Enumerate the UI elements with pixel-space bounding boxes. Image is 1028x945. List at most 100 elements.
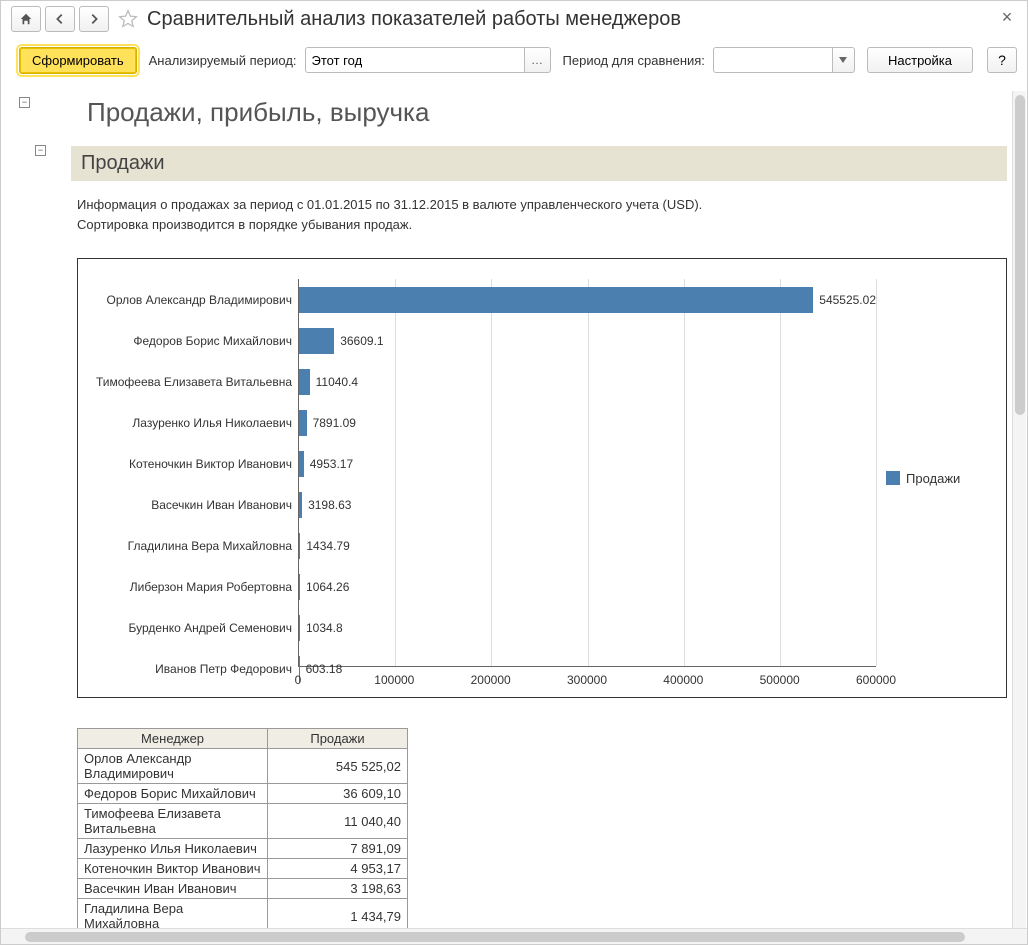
table-cell-manager: Федоров Борис Михайлович [78,784,268,804]
chart-y-label: Лазуренко Илья Николаевич [78,402,298,443]
vertical-scrollbar[interactable] [1012,91,1026,928]
chart-y-label: Гладилина Вера Михайловна [78,525,298,566]
titlebar: Сравнительный анализ показателей работы … [1,1,1027,37]
home-button[interactable] [11,6,41,32]
chart-y-label: Либерзон Мария Робертовна [78,566,298,607]
table-row[interactable]: Лазуренко Илья Николаевич7 891,09 [78,839,408,859]
chart-gridline [876,279,877,666]
table-cell-sales: 545 525,02 [268,749,408,784]
report-body: − − Продажи, прибыль, выручка Продажи Ин… [1,87,1027,928]
chart-y-label: Васечкин Иван Иванович [78,484,298,525]
table-cell-sales: 36 609,10 [268,784,408,804]
chart-bar-value-label: 545525.02 [819,293,876,307]
section-heading: Продажи [71,146,1007,181]
chart-x-tick: 600000 [856,673,896,687]
chart-bar-value-label: 1434.79 [306,539,349,553]
chart-bar [299,287,813,313]
table-cell-manager: Орлов Александр Владимирович [78,749,268,784]
table-cell-manager: Лазуренко Илья Николаевич [78,839,268,859]
compare-period-input[interactable] [713,47,833,73]
chart-bar-row: 545525.02 [299,279,876,320]
table-cell-manager: Котеночкин Виктор Иванович [78,859,268,879]
chart-bar-row: 1064.26 [299,566,876,607]
table-row[interactable]: Федоров Борис Михайлович36 609,10 [78,784,408,804]
chart-bar [299,328,334,354]
table-cell-sales: 1 434,79 [268,899,408,929]
period-ellipsis-button[interactable]: … [525,47,551,73]
period-label: Анализируемый период: [149,53,297,68]
info-line-2: Сортировка производится в порядке убыван… [77,217,412,232]
table-cell-sales: 4 953,17 [268,859,408,879]
chart-bar [299,451,304,477]
chart-bar-value-label: 1064.26 [306,580,349,594]
report-heading: Продажи, прибыль, выручка [87,97,1007,128]
chart-y-label: Иванов Петр Федорович [78,648,298,689]
generate-button[interactable]: Сформировать [19,47,137,74]
table-row[interactable]: Васечкин Иван Иванович3 198,63 [78,879,408,899]
chart-bar-value-label: 36609.1 [340,334,383,348]
chart-bar [299,533,300,559]
outline-collapse-button-1[interactable]: − [19,97,30,108]
chart-bar-row: 36609.1 [299,320,876,361]
chevron-down-icon [839,57,847,63]
favorite-star-button[interactable] [117,8,139,30]
info-text: Информация о продажах за период с 01.01.… [77,195,1007,234]
chart-bar-row: 11040.4 [299,361,876,402]
chart-x-tick: 200000 [471,673,511,687]
chart-bar [299,574,300,600]
table-cell-sales: 3 198,63 [268,879,408,899]
table-row[interactable]: Орлов Александр Владимирович545 525,02 [78,749,408,784]
sales-table: Менеджер Продажи Орлов Александр Владими… [77,728,408,928]
horizontal-scrollbar[interactable] [1,928,1027,944]
table-header-manager: Менеджер [78,729,268,749]
table-row[interactable]: Гладилина Вера Михайловна1 434,79 [78,899,408,929]
legend-label: Продажи [906,471,960,486]
table-cell-sales: 7 891,09 [268,839,408,859]
chart-y-label: Орлов Александр Владимирович [78,279,298,320]
back-button[interactable] [45,6,75,32]
settings-button[interactable]: Настройка [867,47,973,73]
period-input[interactable] [305,47,525,73]
compare-period-label: Период для сравнения: [563,53,705,68]
table-row[interactable]: Котеночкин Виктор Иванович4 953,17 [78,859,408,879]
chart-bar [299,369,310,395]
chart-bar-value-label: 1034.8 [306,621,343,635]
chart-bar-row: 7891.09 [299,402,876,443]
outline-gutter: − − [1,87,51,928]
table-header-sales: Продажи [268,729,408,749]
arrow-left-icon [53,12,67,26]
page-title: Сравнительный анализ показателей работы … [147,8,681,31]
chart-bar [299,492,302,518]
chart-x-tick: 500000 [760,673,800,687]
chart-x-tick: 0 [295,673,302,687]
table-cell-manager: Тимофеева Елизавета Витальевна [78,804,268,839]
horizontal-scrollbar-thumb[interactable] [25,932,965,942]
table-row[interactable]: Тимофеева Елизавета Витальевна11 040,40 [78,804,408,839]
compare-period-dropdown-button[interactable] [833,47,855,73]
chart-bar-row: 1034.8 [299,607,876,648]
chart-bar-value-label: 3198.63 [308,498,351,512]
star-icon [118,9,138,29]
chart-bar-row: 3198.63 [299,484,876,525]
chart-x-tick: 300000 [567,673,607,687]
chart-y-label: Котеночкин Виктор Иванович [78,443,298,484]
legend-swatch [886,471,900,485]
outline-collapse-button-2[interactable]: − [35,145,46,156]
chart-y-label: Тимофеева Елизавета Витальевна [78,361,298,402]
help-button[interactable]: ? [987,47,1017,73]
chart-bar-value-label: 7891.09 [313,416,356,430]
chart-legend: Продажи [886,259,1006,697]
chart-x-tick: 100000 [374,673,414,687]
chart-bar-row: 1434.79 [299,525,876,566]
close-button[interactable]: × [997,7,1017,28]
sales-chart: Орлов Александр ВладимировичФедоров Бори… [77,258,1007,698]
table-cell-manager: Гладилина Вера Михайловна [78,899,268,929]
forward-button[interactable] [79,6,109,32]
table-cell-sales: 11 040,40 [268,804,408,839]
chart-bar [299,615,300,641]
vertical-scrollbar-thumb[interactable] [1015,95,1025,415]
chart-bar-row: 4953.17 [299,443,876,484]
chart-y-label: Федоров Борис Михайлович [78,320,298,361]
arrow-right-icon [87,12,101,26]
chart-y-label: Бурденко Андрей Семенович [78,607,298,648]
